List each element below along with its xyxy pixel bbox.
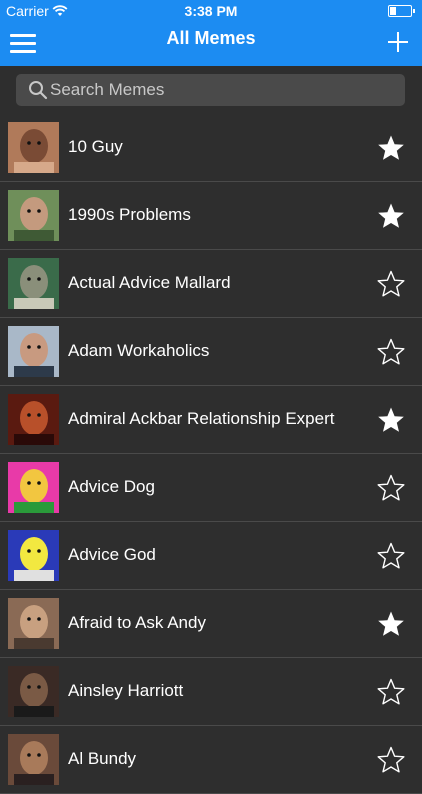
list-item[interactable]: Admiral Ackbar Relationship Expert [0,386,422,454]
meme-name: Advice Dog [68,477,155,496]
meme-name: Al Bundy [68,749,137,768]
meme-thumbnail [8,122,59,173]
star-outline-icon[interactable] [377,338,405,366]
meme-name: Adam Workaholics [68,341,210,360]
meme-name: 10 Guy [68,137,123,156]
star-outline-icon[interactable] [377,474,405,502]
list-item[interactable]: Adam Workaholics [0,318,422,386]
battery-fill [390,7,397,15]
star-outline-icon[interactable] [377,270,405,298]
star-filled-icon[interactable] [377,610,405,638]
meme-thumbnail [8,530,59,581]
page-title: All Memes [166,28,256,48]
list-item[interactable]: Advice God [0,522,422,590]
search-placeholder: Search Memes [50,80,165,99]
meme-thumbnail [8,326,59,377]
list-item[interactable]: Ainsley Harriott [0,658,422,726]
list-item[interactable]: Afraid to Ask Andy [0,590,422,658]
meme-name: Advice God [68,545,156,564]
star-outline-icon[interactable] [377,542,405,570]
star-outline-icon[interactable] [377,746,405,774]
meme-name: Ainsley Harriott [68,681,184,700]
meme-list: 10 Guy 1990s Problems Actual Advice Mallar… [0,114,422,794]
list-item[interactable]: 1990s Problems [0,182,422,250]
meme-thumbnail [8,394,59,445]
meme-thumbnail [8,598,59,649]
navigation-bar: All Memes [0,22,422,66]
star-filled-icon[interactable] [377,202,405,230]
star-filled-icon[interactable] [377,406,405,434]
status-bar: Carrier 3:38 PM [0,0,422,22]
search-input[interactable]: Search Memes [16,74,405,106]
meme-thumbnail [8,666,59,717]
meme-name: 1990s Problems [68,205,191,224]
meme-name: Afraid to Ask Andy [68,613,206,632]
meme-thumbnail [8,258,59,309]
meme-thumbnail [8,190,59,241]
star-outline-icon[interactable] [377,678,405,706]
list-item[interactable]: 10 Guy [0,114,422,182]
meme-thumbnail [8,734,59,785]
clock: 3:38 PM [184,3,238,19]
star-filled-icon[interactable] [377,134,405,162]
search-icon [28,80,48,105]
search-area: Search Memes [0,66,422,114]
list-item[interactable]: Actual Advice Mallard [0,250,422,318]
meme-name: Actual Advice Mallard [68,273,231,292]
list-item[interactable]: Advice Dog [0,454,422,522]
meme-thumbnail [8,462,59,513]
meme-name: Admiral Ackbar Relationship Expert [68,409,335,428]
list-item[interactable]: Al Bundy [0,726,422,794]
add-icon[interactable] [388,32,408,52]
battery-icon [388,5,415,17]
